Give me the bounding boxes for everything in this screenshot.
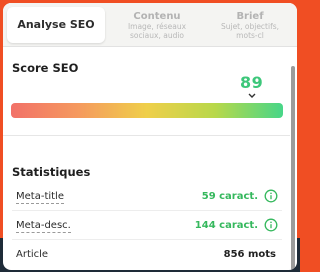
tab-contenu-subtitle-2: sociaux, audio [129,31,185,40]
tab-analyse-seo[interactable]: Analyse SEO [7,7,105,43]
tab-contenu[interactable]: Contenu Image, réseaux sociaux, audio [111,3,203,47]
stat-row-meta-desc: Meta-desc. 144 caract. [12,214,282,238]
row-divider [12,239,282,240]
tab-brief[interactable]: Brief Sujet, objectifs, mots-cl [205,3,295,47]
stat-label[interactable]: Meta-desc. [16,220,71,233]
tab-contenu-label: Contenu [133,11,181,22]
tab-bar: Analyse SEO Contenu Image, réseaux socia… [3,3,297,47]
tab-brief-label: Brief [236,11,264,22]
tab-contenu-subtitle-1: Image, réseaux [127,22,187,31]
stat-value: 856 mots [223,249,276,260]
score-value: 89 [240,73,264,92]
stat-row-article: Article 856 mots [12,243,282,267]
seo-panel: Analyse SEO Contenu Image, réseaux socia… [3,3,297,270]
section-divider [3,135,290,136]
chevron-down-icon[interactable] [247,92,257,100]
score-seo-title: Score SEO [12,61,79,75]
stat-value: 144 caract. [194,220,258,231]
stat-value: 59 caract. [201,191,258,202]
stat-label: Article [16,249,49,260]
tab-analyse-seo-label: Analyse SEO [17,18,95,31]
tab-brief-subtitle-2: mots-cl [236,31,264,40]
stat-label[interactable]: Meta-title [16,191,64,204]
row-divider [12,210,282,211]
info-icon[interactable] [264,218,278,232]
stat-row-meta-title: Meta-title 59 caract. [12,185,282,209]
score-gradient-bar [11,103,283,118]
info-icon[interactable] [264,189,278,203]
statistiques-title: Statistiques [12,165,91,179]
tab-brief-subtitle-1: Sujet, objectifs, [220,22,280,31]
scrollbar[interactable] [291,66,295,270]
